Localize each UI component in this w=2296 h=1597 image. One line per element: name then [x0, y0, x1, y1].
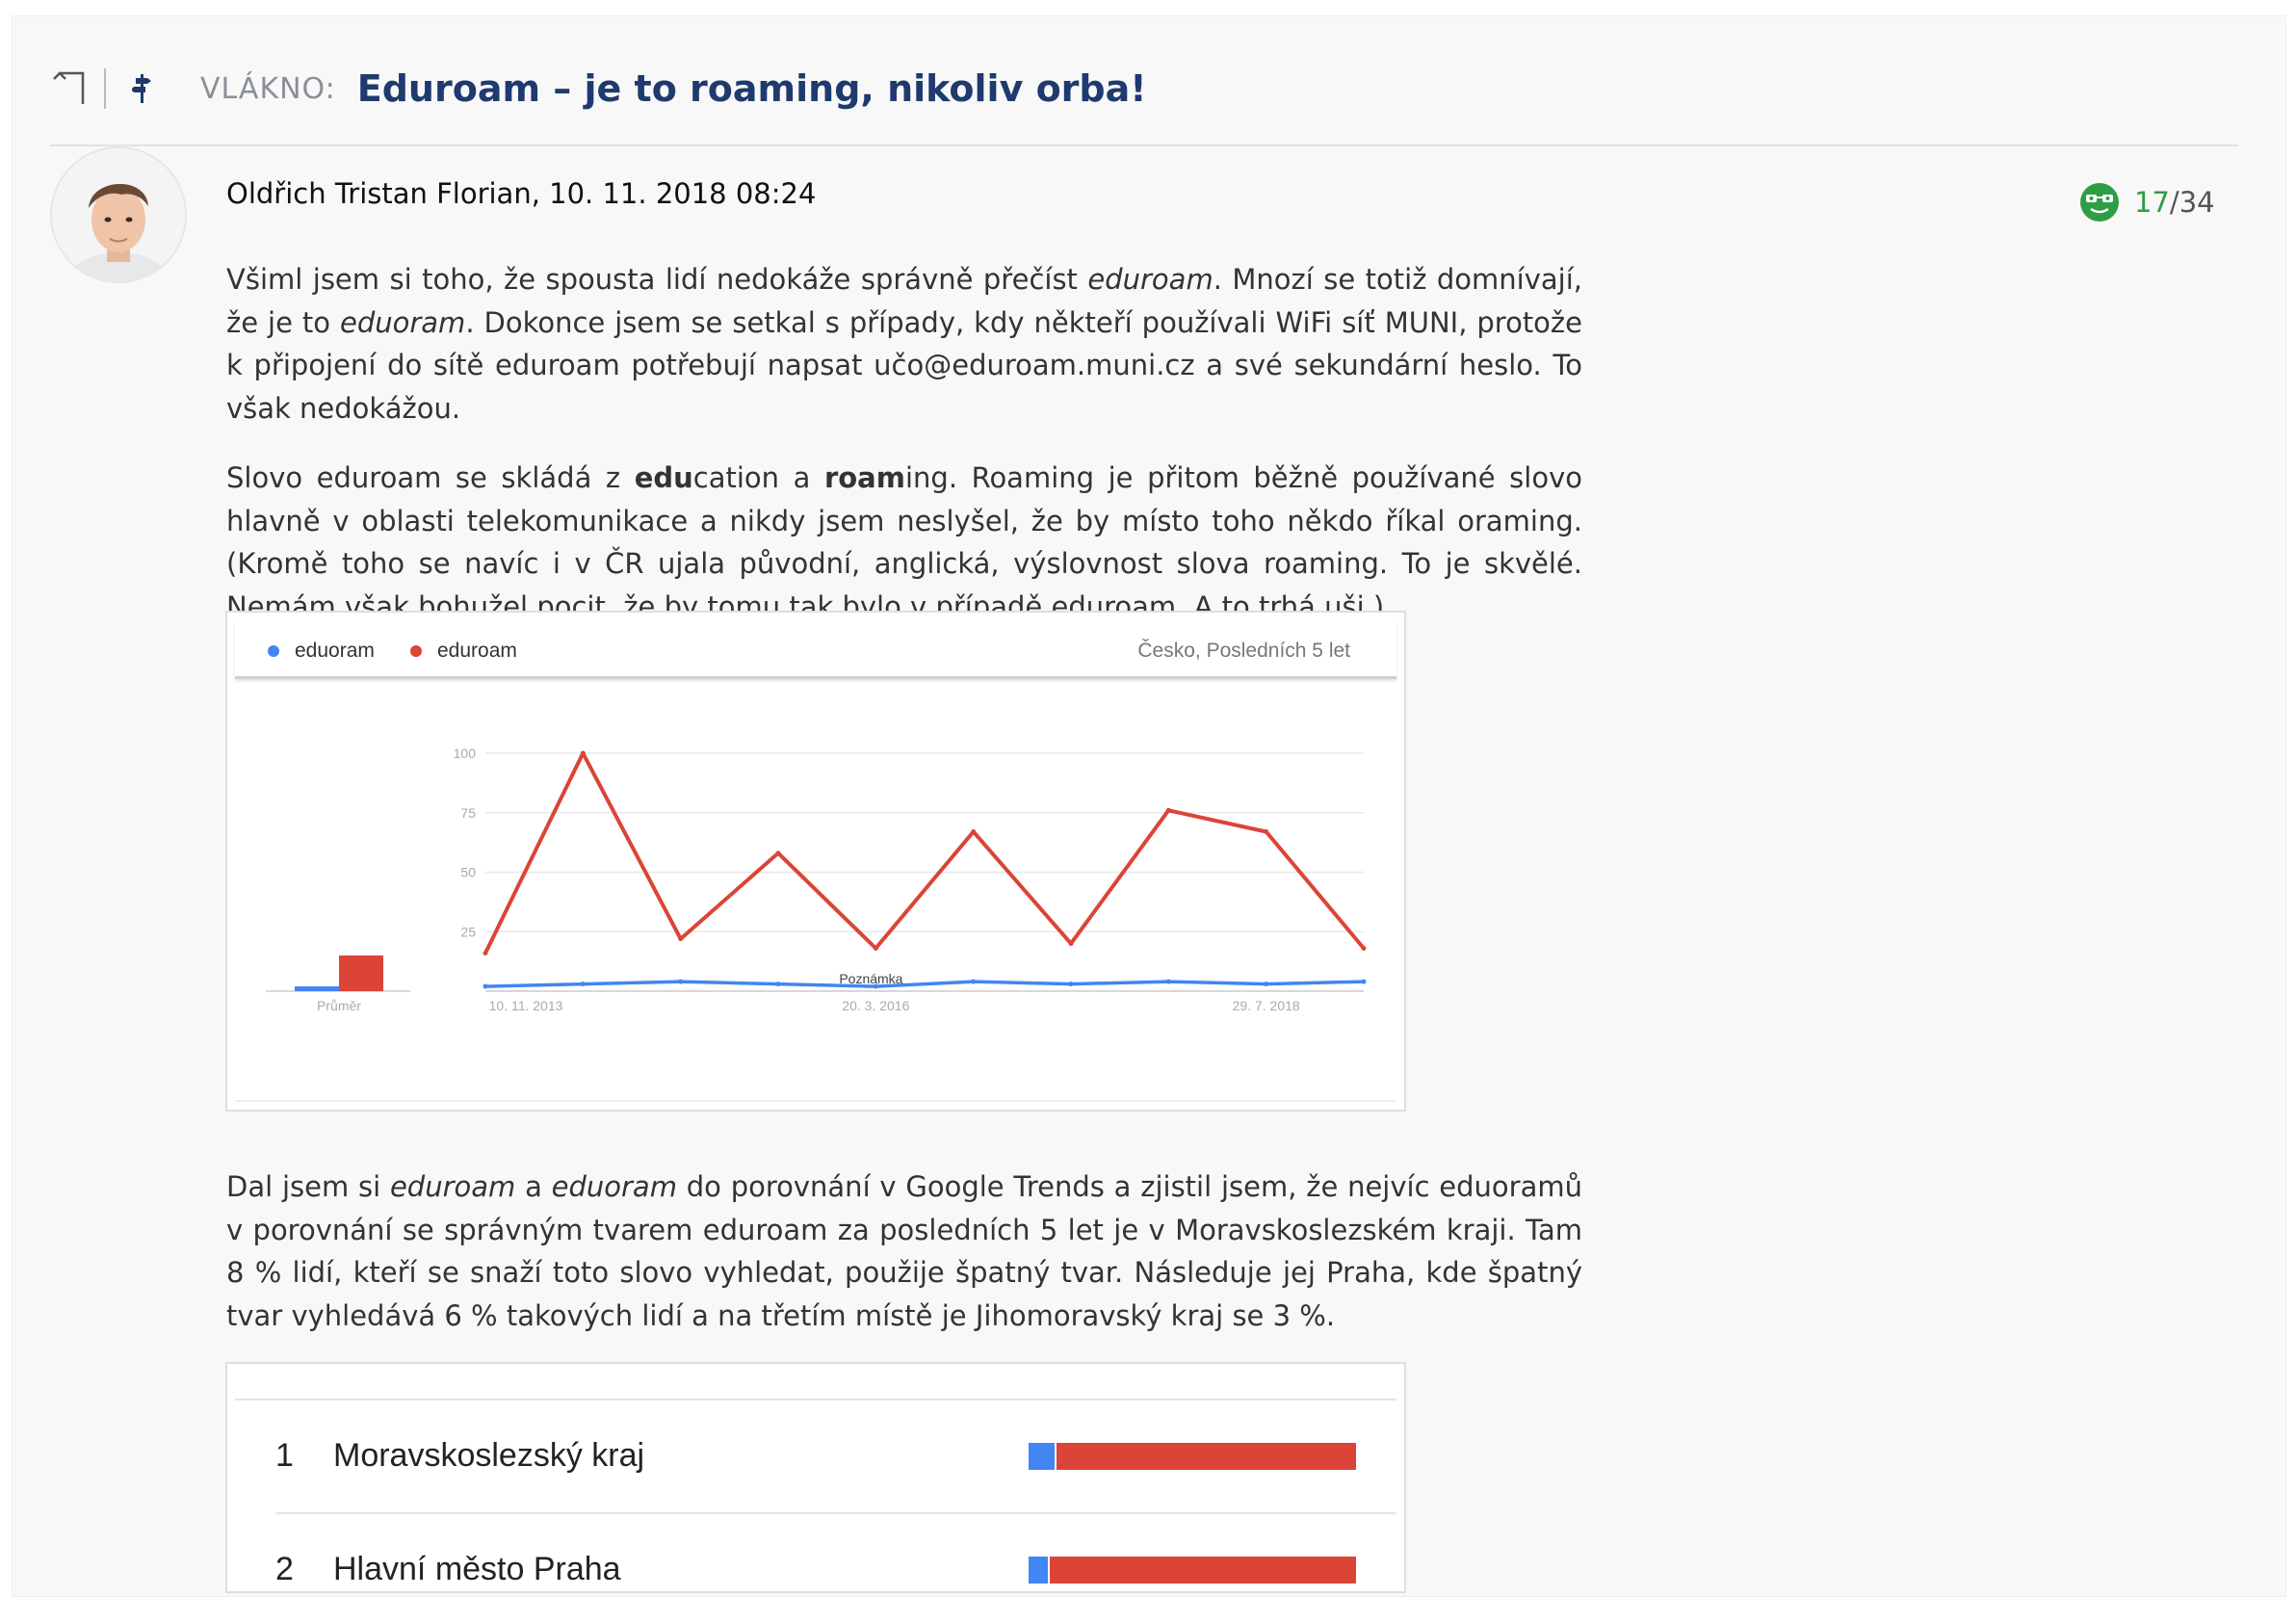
data-point	[483, 950, 488, 956]
y-tick-label: 100	[454, 746, 477, 761]
post-rating[interactable]: 17/34	[2078, 181, 2215, 223]
region-bar	[1029, 1443, 1356, 1470]
region-bar	[1029, 1557, 1356, 1584]
post-paragraph-2: Slovo eduroam se skládá z education a ro…	[226, 457, 1582, 628]
data-point	[1361, 979, 1367, 984]
text: Všiml jsem si toho, že spousta lidí nedo…	[226, 263, 1088, 296]
trends-chart: eduoram eduroam Česko, Posledních 5 let …	[225, 611, 1406, 1112]
post-body: Všiml jsem si toho, že spousta lidí nedo…	[226, 258, 1582, 653]
data-point	[1165, 979, 1171, 984]
x-tick-label: 20. 3. 2016	[842, 998, 909, 1013]
header-separator	[104, 68, 106, 109]
x-tick-label: 29. 7. 2018	[1233, 998, 1300, 1013]
x-tick-label: 10. 11. 2013	[489, 998, 563, 1013]
series-line-eduroam	[483, 751, 1366, 955]
bar-segment-eduroam	[1050, 1557, 1356, 1584]
rating-separator: /	[2169, 186, 2179, 219]
average-bar-eduoram	[295, 986, 339, 991]
data-point	[580, 750, 586, 756]
text: Dal jsem si	[226, 1170, 390, 1203]
thread-label: VLÁKNO:	[200, 71, 336, 106]
table-divider	[275, 1512, 1396, 1514]
nerd-smiley-icon	[2080, 183, 2119, 222]
bar-segment-eduoram	[1029, 1557, 1049, 1584]
table-divider	[235, 1399, 1396, 1401]
text: Slovo eduroam se skládá z	[226, 461, 635, 494]
data-point	[775, 982, 781, 987]
header-divider	[50, 144, 2238, 146]
rating-positive: 17	[2134, 186, 2170, 219]
average-label: Průměr	[317, 998, 361, 1013]
bar-segment-eduroam	[1057, 1443, 1356, 1470]
post-paragraph-3: Dal jsem si eduroam a eduoram do porovná…	[226, 1165, 1582, 1337]
data-point	[580, 982, 586, 987]
bold: edu	[634, 461, 693, 494]
emphasis: eduroam	[1087, 263, 1213, 296]
thread-title[interactable]: Eduroam – je to roaming, nikoliv orba!	[357, 67, 1147, 110]
data-point	[1361, 946, 1367, 952]
data-point	[1165, 807, 1171, 813]
region-rank: 2	[275, 1551, 294, 1587]
post-paragraph-1: Všiml jsem si toho, že spousta lidí nedo…	[226, 258, 1582, 430]
table-row: 1 Moravskoslezský kraj	[275, 1437, 1396, 1551]
chart-plot: 25 50 75 100 10. 11. 2013 20. 3. 2016 29. 7. 2…	[266, 746, 1367, 1013]
y-tick-label: 75	[460, 805, 476, 821]
region-rank: 1	[275, 1437, 294, 1474]
emphasis: eduroam	[389, 1170, 516, 1203]
chart-footer-line	[235, 1100, 1396, 1102]
chart-annotation: Poznámka	[839, 971, 902, 986]
data-point	[1264, 982, 1269, 987]
post-author-date[interactable]: Oldřich Tristan Florian, 10. 11. 2018 08…	[226, 177, 816, 210]
y-tick-label: 25	[460, 924, 476, 939]
data-point	[775, 851, 781, 856]
region-name: Hlavní město Praha	[333, 1551, 621, 1587]
data-point	[971, 829, 977, 835]
data-point	[483, 983, 488, 989]
emphasis: eduoram	[339, 305, 466, 339]
data-point	[971, 979, 977, 984]
emphasis: eduoram	[551, 1170, 677, 1203]
signpost-icon[interactable]	[123, 65, 162, 113]
data-point	[1068, 982, 1074, 987]
post-body-2: Dal jsem si eduroam a eduoram do porovná…	[226, 1165, 1582, 1337]
table-row: 2 Hlavní město Praha	[275, 1551, 1396, 1591]
rating-total: 34	[2179, 186, 2215, 219]
text: cation a	[692, 461, 824, 494]
back-arrow-icon[interactable]	[50, 65, 89, 113]
y-tick-label: 50	[460, 865, 476, 880]
data-point	[873, 946, 878, 952]
data-point	[678, 936, 684, 942]
avatar[interactable]	[50, 146, 187, 283]
thread-header: VLÁKNO: Eduroam – je to roaming, nikoliv…	[50, 60, 2236, 118]
bold: roam	[823, 461, 905, 494]
average-bar-eduroam	[339, 955, 383, 991]
region-name: Moravskoslezský kraj	[333, 1437, 645, 1474]
bar-segment-eduoram	[1029, 1443, 1056, 1470]
regions-table: 1 Moravskoslezský kraj 2 Hlavní město Pr…	[225, 1362, 1406, 1593]
data-point	[1068, 941, 1074, 947]
data-point	[1264, 829, 1269, 835]
series-line-eduoram	[484, 980, 1365, 988]
data-point	[678, 979, 684, 984]
text: a	[515, 1170, 552, 1203]
